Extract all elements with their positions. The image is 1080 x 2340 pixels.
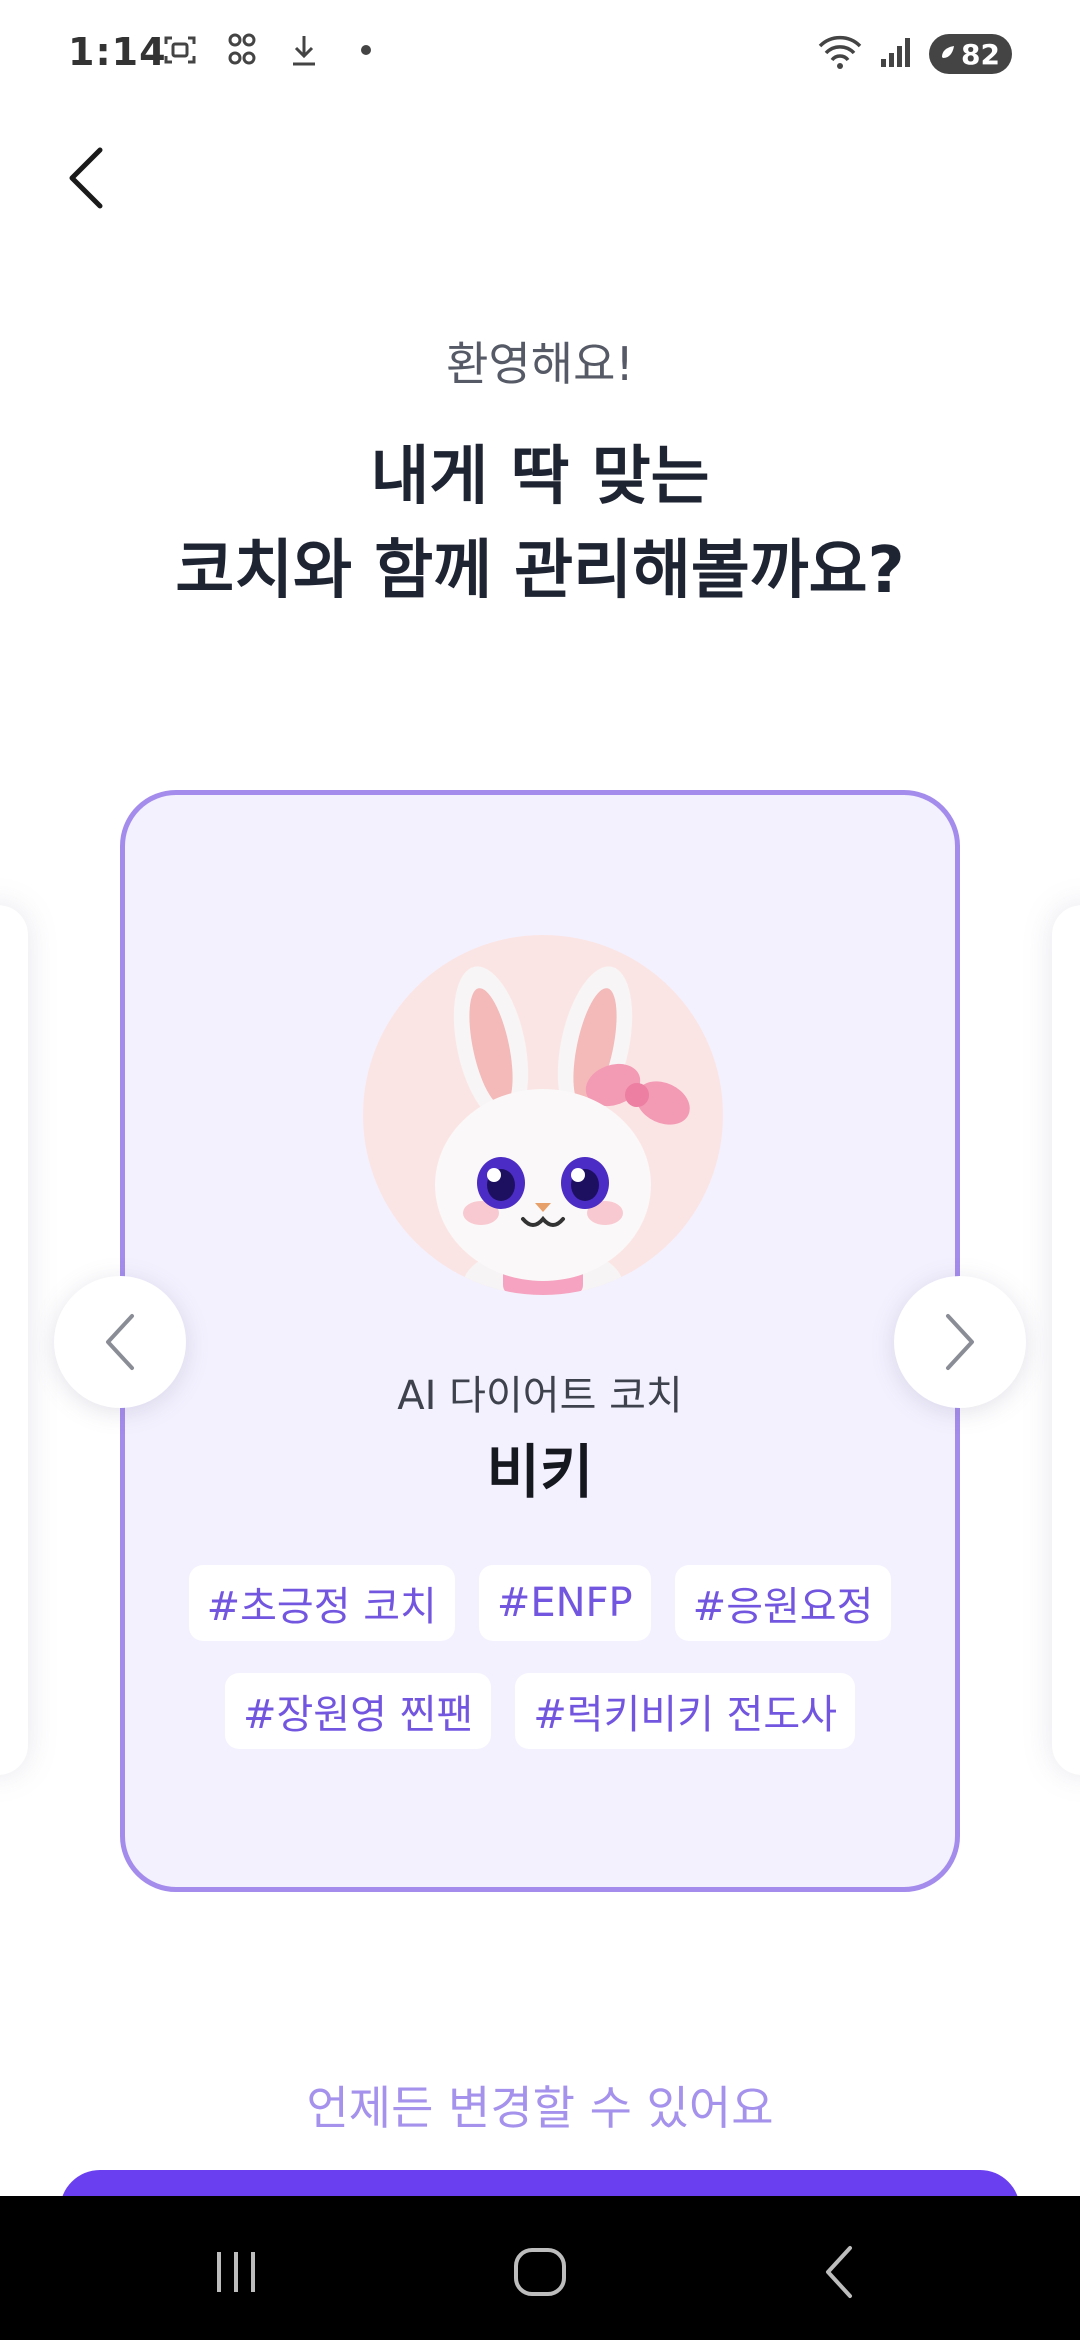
coach-tag: #응원요정 xyxy=(674,1565,892,1641)
welcome-text: 환영해요! xyxy=(446,337,634,391)
battery-icon: 82 xyxy=(929,34,1012,74)
chevron-left-icon xyxy=(106,1314,134,1370)
change-anytime-note: 언제든 변경할 수 있어요 xyxy=(306,2081,774,2135)
title-line-1: 내게 딱 맞는 xyxy=(370,440,710,514)
dot-icon xyxy=(346,30,386,70)
coach-card[interactable]: AI 다이어트 코치 비키 #초긍정 코치 #ENFP #응원요정 #장원영 찐… xyxy=(120,790,960,1892)
signal-icon xyxy=(879,35,913,73)
carousel-next-button[interactable] xyxy=(894,1276,1026,1408)
status-notification-icons xyxy=(160,30,386,70)
tags-row-2: #장원영 찐팬 #럭키비키 전도사 xyxy=(125,1673,955,1749)
recent-apps-button[interactable] xyxy=(196,2232,276,2312)
battery-level: 82 xyxy=(961,37,1000,71)
back-icon xyxy=(826,2246,852,2298)
carousel-prev-button[interactable] xyxy=(54,1276,186,1408)
carousel-prev-card[interactable] xyxy=(0,905,28,1775)
system-nav-bar xyxy=(0,2196,1080,2340)
coach-tag: #ENFP xyxy=(478,1565,651,1641)
home-icon xyxy=(514,2248,566,2296)
coach-name: 비키 xyxy=(486,1438,594,1506)
screen: 1:14 82 환영해요! 내게 딱 맞는 코치와 함께 관리해볼까요? AI … xyxy=(0,0,1080,2340)
coach-subtitle: AI 다이어트 코치 xyxy=(397,1373,683,1419)
chevron-left-icon xyxy=(69,147,103,209)
tags-row-1: #초긍정 코치 #ENFP #응원요정 xyxy=(125,1565,955,1641)
coach-tag: #장원영 찐팬 xyxy=(224,1673,492,1749)
status-bar: 1:14 82 xyxy=(0,0,1080,110)
title-line-2: 코치와 함께 관리해볼까요? xyxy=(175,534,905,608)
bunny-avatar-image xyxy=(435,966,690,1295)
status-system-icons: 82 xyxy=(817,34,1012,74)
chevron-right-icon xyxy=(946,1314,974,1370)
back-button[interactable] xyxy=(54,138,118,218)
screenshot-icon xyxy=(160,30,200,70)
coach-tag: #럭키비키 전도사 xyxy=(515,1673,856,1749)
coach-tag: #초긍정 코치 xyxy=(188,1565,455,1641)
system-back-button[interactable] xyxy=(800,2232,880,2312)
home-button[interactable] xyxy=(500,2232,580,2312)
carousel-next-card[interactable] xyxy=(1052,905,1080,1775)
wifi-icon xyxy=(817,34,863,74)
status-time: 1:14 xyxy=(68,30,167,74)
page-title: 내게 딱 맞는 코치와 함께 관리해볼까요? xyxy=(0,430,1080,618)
recent-apps-icon xyxy=(217,2252,255,2292)
download-icon xyxy=(284,30,324,70)
coach-avatar xyxy=(363,935,723,1295)
qr-icon xyxy=(222,30,262,70)
